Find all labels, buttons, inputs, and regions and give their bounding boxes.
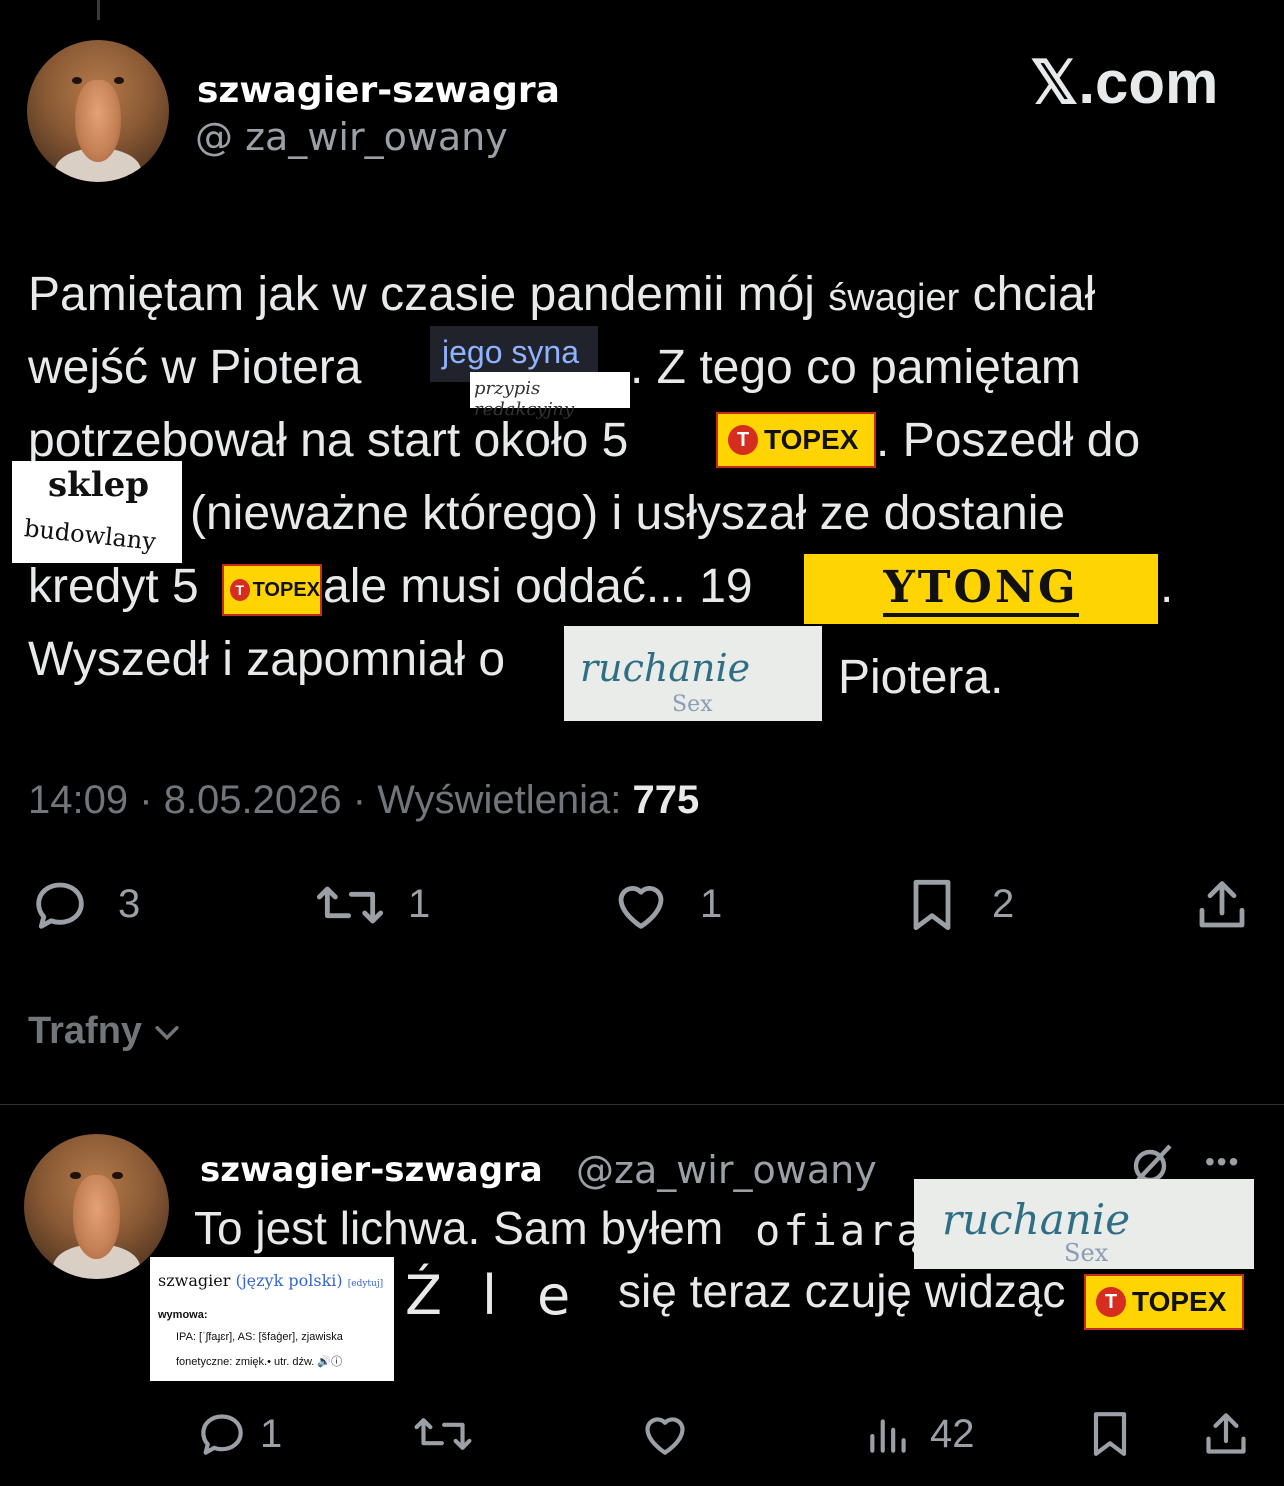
- reply-reply-button[interactable]: [194, 1406, 250, 1462]
- sticker-ruchanie-1: ruchanie Sex: [564, 626, 822, 721]
- bookmark-count: 2: [992, 882, 1015, 926]
- reply-repost-button[interactable]: [412, 1406, 474, 1462]
- sex-text: Sex: [1064, 1239, 1109, 1267]
- wiki-header: szwagier (język polski) [edytuj]: [158, 1271, 383, 1290]
- wiki-lang: (język polski): [235, 1271, 343, 1290]
- tweet-time[interactable]: 14:09: [28, 778, 128, 822]
- eye-left: [70, 1171, 81, 1179]
- text-segment: Pamiętam jak w czasie pandemii mój: [28, 268, 829, 321]
- eye-right: [113, 76, 124, 84]
- repost-button[interactable]: [314, 873, 386, 937]
- tweet-line-2b: . Z tego co pamiętam: [630, 341, 1081, 394]
- reply-views-count: 42: [930, 1412, 975, 1456]
- wiki-title: szwagier: [158, 1271, 231, 1290]
- tweet-date[interactable]: 8.05.2026: [164, 778, 342, 822]
- meta-sep: ·: [352, 778, 367, 822]
- sticker-topex-3: T TOPEX: [1084, 1274, 1244, 1330]
- sticker-topex-2: T TOPEX: [222, 564, 322, 616]
- reply-author-name[interactable]: szwagier-szwagra: [200, 1150, 543, 1190]
- wiki-fon: fonetyczne: zmięk.• utr. dźw. 🔊ⓘ: [176, 1356, 343, 1368]
- nose: [75, 79, 121, 163]
- like-count: 1: [700, 882, 723, 926]
- reply-views-button[interactable]: [864, 1406, 914, 1462]
- reply-avatar[interactable]: [24, 1134, 169, 1279]
- views-count: 775: [632, 778, 700, 822]
- topex-text: TOPEX: [1132, 1286, 1227, 1317]
- tweet-line-5a: kredyt 5: [28, 560, 199, 613]
- tweet-line-1: Pamiętam jak w czasie pandemii mój śwagi…: [28, 258, 1095, 335]
- nose: [73, 1174, 120, 1259]
- reply-line-2: się teraz czuję widząc: [618, 1265, 1066, 1317]
- jego-syna-text: jego syna: [442, 334, 579, 370]
- chevron-down-icon: [155, 1025, 179, 1040]
- bookmark-button[interactable]: [900, 873, 964, 937]
- share-icon: [1199, 881, 1245, 928]
- divider: [0, 1104, 1284, 1105]
- reply-button[interactable]: [28, 873, 92, 937]
- share-icon: [1206, 1413, 1246, 1454]
- zle-word: Źle: [405, 1264, 611, 1327]
- sticker-sklep-budowlany: sklep budowlany: [12, 461, 182, 563]
- reply-count: 3: [118, 882, 141, 926]
- sort-dropdown[interactable]: Trafny: [28, 1010, 184, 1053]
- tweet-meta: 14:09 · 8.05.2026 · Wyświetlenia: 775: [28, 778, 699, 823]
- reply-author-handle[interactable]: @za_wir_owany: [576, 1148, 877, 1192]
- wiki-edit: [edytuj]: [347, 1279, 384, 1289]
- sticker-wiki-szwagier: szwagier (język polski) [edytuj] wymowa:…: [150, 1257, 394, 1381]
- share-button[interactable]: [1190, 873, 1254, 937]
- reply-icon: [201, 1414, 243, 1455]
- topex-text: TOPEX: [252, 578, 320, 601]
- author-handle[interactable]: @ za_wir_owany: [195, 115, 508, 159]
- ruchanie-text: ruchanie: [942, 1195, 1131, 1244]
- tweet-line-5b: ale musi oddać... 19: [323, 560, 753, 613]
- topex-text: TOPEX: [764, 424, 859, 455]
- reply-icon: [36, 882, 84, 929]
- author-name[interactable]: szwagier-szwagra: [197, 70, 560, 111]
- reply-like-button[interactable]: [636, 1406, 694, 1462]
- tweet-line-6a: Wyszedł i zapomniał o: [28, 633, 506, 686]
- wiki-wymowa: wymowa:: [158, 1309, 208, 1321]
- more-options-button[interactable]: •••: [1205, 1146, 1240, 1178]
- bookmark-icon: [913, 879, 951, 931]
- thread-line: [97, 0, 100, 20]
- repost-icon: [414, 1418, 472, 1450]
- sex-text: Sex: [672, 692, 713, 717]
- tweet-line-2a: wejść w Piotera: [28, 341, 362, 394]
- tweet-line-5c: .: [1160, 560, 1174, 613]
- topex-logo: T: [1096, 1287, 1126, 1317]
- topex-logo: T: [230, 579, 250, 601]
- views-label: Wyświetlenia:: [377, 778, 622, 822]
- sticker-przypis: przypis redakcyjny: [470, 372, 630, 420]
- tweet-line-3b: . Poszedł do: [876, 414, 1141, 467]
- x-logo: 𝕏.com: [1030, 49, 1219, 116]
- heart-icon: [645, 1417, 685, 1455]
- ytong-text: YTONG: [883, 562, 1079, 617]
- reply-share-button[interactable]: [1198, 1406, 1254, 1462]
- ofiara-word: ofiarą: [755, 1206, 925, 1255]
- ruchanie-text: ruchanie: [580, 646, 751, 690]
- wiki-ipa: IPA: [ˈʃfaɟɛr], AS: [šfaģer], zjawiska: [176, 1331, 343, 1343]
- sort-label: Trafny: [28, 1010, 143, 1052]
- tweet-line-4: (nieważne którego) i usłyszał ze dostani…: [190, 487, 1066, 540]
- eye-left: [72, 76, 83, 84]
- reply-reply-count: 1: [260, 1412, 283, 1456]
- reply-bookmark-button[interactable]: [1082, 1406, 1138, 1462]
- tweet-line-6b: Piotera.: [838, 651, 1004, 704]
- repost-icon: [316, 886, 384, 924]
- eye-right: [112, 1171, 123, 1179]
- sticker-topex-1: T TOPEX: [716, 412, 876, 468]
- heart-icon: [618, 886, 664, 929]
- like-button[interactable]: [608, 873, 674, 937]
- topex-logo: T: [728, 425, 758, 455]
- meta-sep: ·: [139, 778, 153, 822]
- text-segment: chciał: [959, 268, 1096, 321]
- sklep-text: sklep: [48, 465, 150, 505]
- sticker-ytong: YTONG: [804, 554, 1158, 624]
- reply-text: To jest lichwa. Sam byłem: [194, 1202, 724, 1254]
- views-icon: [870, 1419, 906, 1453]
- bookmark-icon: [1093, 1412, 1127, 1456]
- avatar[interactable]: [27, 40, 169, 182]
- swagier-word: śwagier: [828, 277, 960, 319]
- repost-count: 1: [408, 882, 431, 926]
